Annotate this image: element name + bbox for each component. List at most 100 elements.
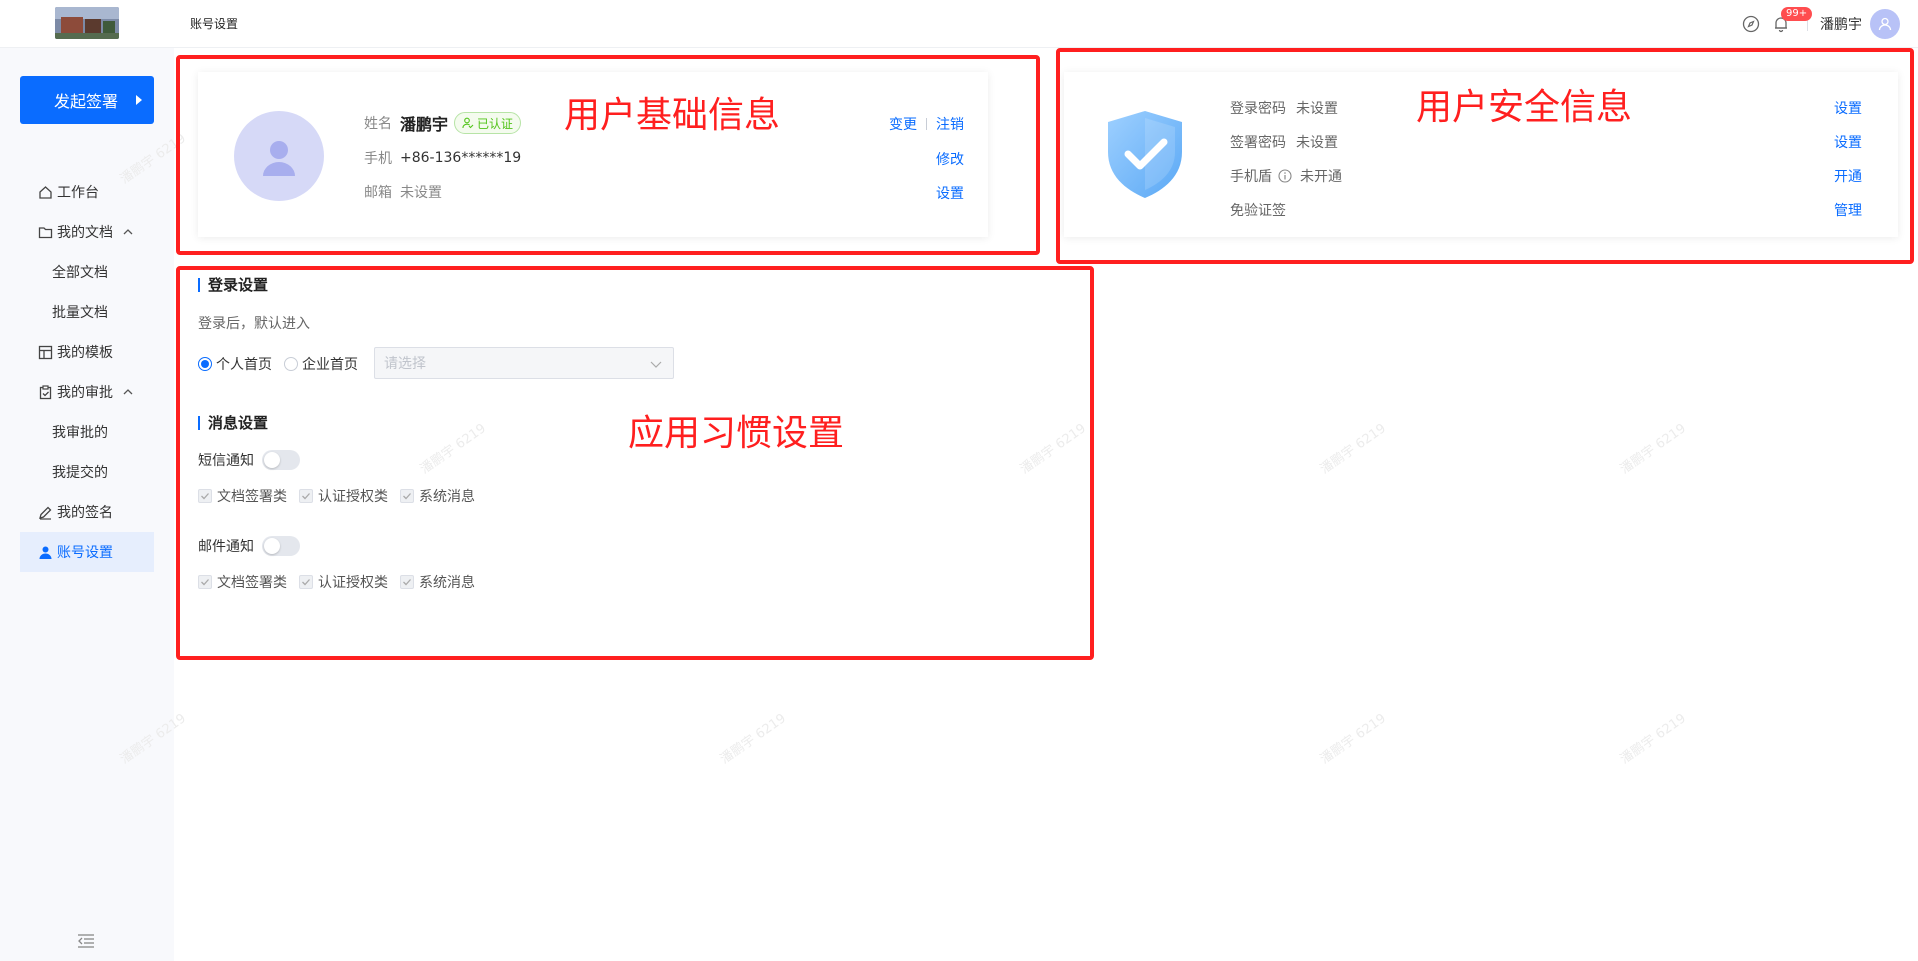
sidebar-item-my-approvals[interactable]: 我的审批 xyxy=(20,372,154,412)
sidebar-item-label: 账号设置 xyxy=(57,545,113,561)
security-row-sign-password: 签署密码 未设置 xyxy=(1230,132,1338,152)
sms-notify-toggle[interactable] xyxy=(262,450,300,470)
page-title: 账号设置 xyxy=(190,17,239,31)
email-row: 邮箱 未设置 xyxy=(364,182,450,202)
watermark: 潘鹏宇 6219 xyxy=(717,711,789,768)
company-logo[interactable] xyxy=(55,7,119,39)
set-sign-password-link[interactable]: 设置 xyxy=(1834,132,1862,152)
email-check-system[interactable]: 系统消息 xyxy=(400,572,475,592)
chevron-down-icon xyxy=(649,357,663,375)
sidebar-item-account-settings[interactable]: 账号设置 xyxy=(20,532,154,572)
user-name[interactable]: 潘鹏宇 xyxy=(1820,14,1862,34)
security-label: 免验证签 xyxy=(1230,203,1286,219)
sms-check-auth[interactable]: 认证授权类 xyxy=(299,486,388,506)
radio-company-home[interactable] xyxy=(284,357,298,371)
sidebar-item-my-documents[interactable]: 我的文档 xyxy=(20,212,154,252)
sidebar-item-label: 我的模板 xyxy=(57,345,113,361)
user-full-name: 潘鹏宇 xyxy=(400,115,449,134)
user-icon xyxy=(37,544,53,560)
collapse-menu-icon[interactable] xyxy=(76,931,96,951)
login-settings-hint: 登录后，默认进入 xyxy=(198,316,310,332)
folder-icon xyxy=(37,224,53,240)
change-name-link[interactable]: 变更 xyxy=(889,114,917,134)
header-actions: 99+ 潘鹏宇 xyxy=(1731,7,1900,39)
home-icon xyxy=(37,184,53,200)
sidebar-item-label: 我的审批 xyxy=(57,385,113,401)
radio-personal-home[interactable] xyxy=(198,357,212,371)
sidebar-item-label: 工作台 xyxy=(57,185,99,201)
phone-label: 手机 xyxy=(364,151,392,167)
info-icon[interactable] xyxy=(1278,169,1292,183)
sms-check-doc-sign[interactable]: 文档签署类 xyxy=(198,486,287,506)
email-value: 未设置 xyxy=(400,185,442,201)
check-label: 文档签署类 xyxy=(217,489,287,505)
email-check-doc-sign[interactable]: 文档签署类 xyxy=(198,572,287,592)
select-placeholder: 请选择 xyxy=(384,356,426,372)
main-content: 潘鹏宇 6219 潘鹏宇 6219 潘鹏宇 6219 潘鹏宇 6219 潘鹏宇 … xyxy=(118,48,1918,961)
sidebar-item-submitted-by-me[interactable]: 我提交的 xyxy=(20,452,154,492)
chevron-up-icon xyxy=(123,387,133,397)
security-label: 手机盾 xyxy=(1230,169,1272,185)
pen-icon xyxy=(37,504,53,520)
deregister-link[interactable]: 注销 xyxy=(936,114,964,134)
enable-phone-shield-link[interactable]: 开通 xyxy=(1834,166,1862,186)
name-actions: 变更 注销 xyxy=(889,114,964,134)
annotation-label-habits: 应用习惯设置 xyxy=(628,413,845,454)
sidebar-item-approved-by-me[interactable]: 我审批的 xyxy=(20,412,154,452)
manage-no-verify-link[interactable]: 管理 xyxy=(1834,200,1862,220)
sidebar-item-my-templates[interactable]: 我的模板 xyxy=(20,332,154,372)
annotation-label-security: 用户安全信息 xyxy=(1416,87,1633,128)
sidebar-item-batch-documents[interactable]: 批量文档 xyxy=(20,292,154,332)
shield-check-icon xyxy=(1104,108,1186,204)
start-signing-button[interactable]: 发起签署 xyxy=(20,76,154,124)
watermark: 潘鹏宇 6219 xyxy=(1017,421,1089,478)
security-row-login-password: 登录密码 未设置 xyxy=(1230,98,1338,118)
check-label: 认证授权类 xyxy=(318,489,388,505)
checkbox-checked-icon xyxy=(400,575,414,589)
security-label: 登录密码 xyxy=(1230,101,1286,117)
checkbox-checked-icon xyxy=(400,489,414,503)
verified-user-icon xyxy=(462,117,474,129)
watermark: 潘鹏宇 6219 xyxy=(1317,421,1389,478)
sidebar: 发起签署 工作台 我的文档 全部文档 批量文档 我的模板 我的审批 我审批的 我… xyxy=(0,48,174,961)
modify-phone-link[interactable]: 修改 xyxy=(936,149,964,169)
name-row: 姓名 潘鹏宇 已认证 xyxy=(364,111,522,135)
email-check-auth[interactable]: 认证授权类 xyxy=(299,572,388,592)
security-value: 未设置 xyxy=(1296,135,1338,151)
compass-icon[interactable] xyxy=(1741,14,1761,34)
email-notify-row: 邮件通知 xyxy=(198,536,300,556)
sidebar-item-workbench[interactable]: 工作台 xyxy=(20,172,154,212)
sidebar-item-label: 批量文档 xyxy=(52,305,108,321)
watermark: 潘鹏宇 6219 xyxy=(1617,711,1689,768)
profile-avatar xyxy=(234,111,324,201)
email-label: 邮箱 xyxy=(364,185,392,201)
top-header: 账号设置 99+ 潘鹏宇 xyxy=(0,0,1918,48)
sms-check-system[interactable]: 系统消息 xyxy=(400,486,475,506)
email-notify-toggle[interactable] xyxy=(262,536,300,556)
bell-icon[interactable]: 99+ xyxy=(1771,7,1813,34)
checkbox-checked-icon xyxy=(299,489,313,503)
email-notify-label: 邮件通知 xyxy=(198,539,254,555)
message-settings-title: 消息设置 xyxy=(198,416,268,431)
sms-notify-row: 短信通知 xyxy=(198,450,300,470)
user-avatar[interactable] xyxy=(1870,9,1900,39)
security-row-no-verify-sign: 免验证签 xyxy=(1230,200,1296,220)
link-divider xyxy=(926,118,927,130)
verified-label: 已认证 xyxy=(477,116,514,131)
company-select[interactable]: 请选择 xyxy=(374,347,674,379)
phone-row: 手机 +86-136******19 xyxy=(364,148,521,168)
checkbox-checked-icon xyxy=(299,575,313,589)
set-email-link[interactable]: 设置 xyxy=(936,183,964,203)
radio-personal-label[interactable]: 个人首页 xyxy=(216,354,272,374)
radio-company-label[interactable]: 企业首页 xyxy=(302,354,358,374)
sidebar-item-all-documents[interactable]: 全部文档 xyxy=(20,252,154,292)
check-label: 系统消息 xyxy=(419,489,475,505)
security-value: 未设置 xyxy=(1296,101,1338,117)
template-icon xyxy=(37,344,53,360)
sidebar-item-my-signatures[interactable]: 我的签名 xyxy=(20,492,154,532)
set-login-password-link[interactable]: 设置 xyxy=(1834,98,1862,118)
security-row-phone-shield: 手机盾 未开通 xyxy=(1230,166,1342,186)
check-label: 系统消息 xyxy=(419,575,475,591)
sidebar-item-label: 全部文档 xyxy=(52,265,108,281)
sidebar-item-label: 我审批的 xyxy=(52,425,108,441)
